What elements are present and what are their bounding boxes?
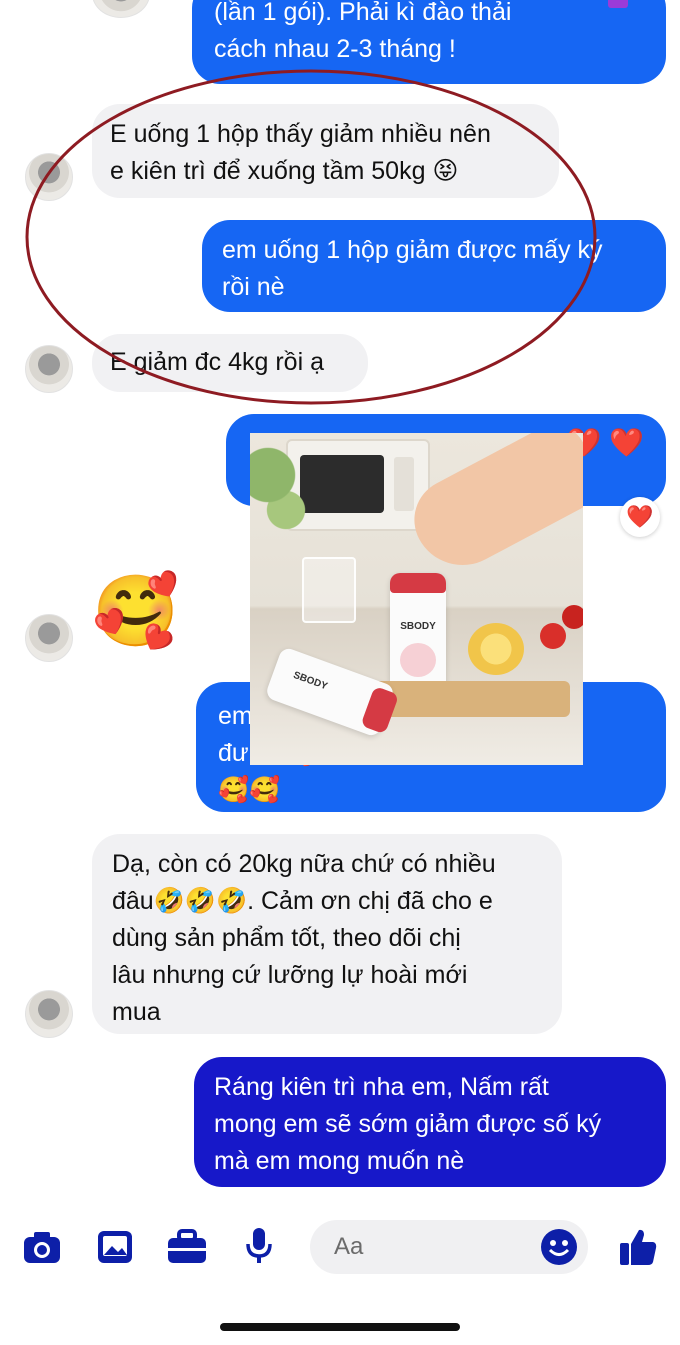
- message-incoming[interactable]: Dạ, còn có 20kg nữa chứ có nhiều đâu🤣🤣🤣.…: [92, 834, 562, 1034]
- glass: [302, 557, 356, 623]
- avatar: [25, 614, 73, 662]
- home-indicator: [220, 1323, 460, 1331]
- lemon: [468, 623, 524, 675]
- message-outgoing[interactable]: Ráng kiên trì nha em, Nấm rất mong em sẽ…: [194, 1057, 666, 1187]
- tomato: [540, 623, 566, 649]
- thumbs-up-icon[interactable]: [618, 1227, 658, 1267]
- message-emoji[interactable]: 🥰: [92, 568, 179, 654]
- avatar: [92, 0, 150, 18]
- camera-icon[interactable]: [22, 1229, 62, 1265]
- emoji-text: 🥰: [92, 572, 180, 650]
- message-text: Ráng kiên trì nha em, Nấm rất mong em sẽ…: [214, 1073, 602, 1175]
- reaction-heart: ❤️: [626, 504, 654, 529]
- product-bottle: SBODY: [390, 573, 446, 691]
- top-status-mark: [608, 0, 628, 8]
- cutting-board: [370, 681, 570, 717]
- microphone-icon[interactable]: [244, 1226, 274, 1266]
- product-label: SBODY: [400, 621, 436, 632]
- message-input[interactable]: Aa: [310, 1220, 588, 1274]
- emoji-icon[interactable]: [540, 1228, 578, 1266]
- message-input-placeholder: Aa: [334, 1233, 364, 1260]
- briefcase-icon[interactable]: [166, 1229, 208, 1265]
- tomato: [562, 605, 583, 629]
- product-label-2: SBODY: [291, 669, 329, 693]
- plant: [250, 433, 310, 573]
- reaction-badge[interactable]: ❤️: [620, 497, 660, 537]
- product-bottle-lying: SBODY: [264, 646, 400, 738]
- image-icon[interactable]: [96, 1229, 134, 1265]
- message-text: (lần 1 gói). Phải kì đào thải cách nhau …: [214, 0, 512, 63]
- avatar: [25, 990, 73, 1038]
- message-text: Dạ, còn có 20kg nữa chứ có nhiều đâu🤣🤣🤣.…: [112, 850, 496, 1026]
- product-photo: SBODY SBODY: [250, 433, 583, 765]
